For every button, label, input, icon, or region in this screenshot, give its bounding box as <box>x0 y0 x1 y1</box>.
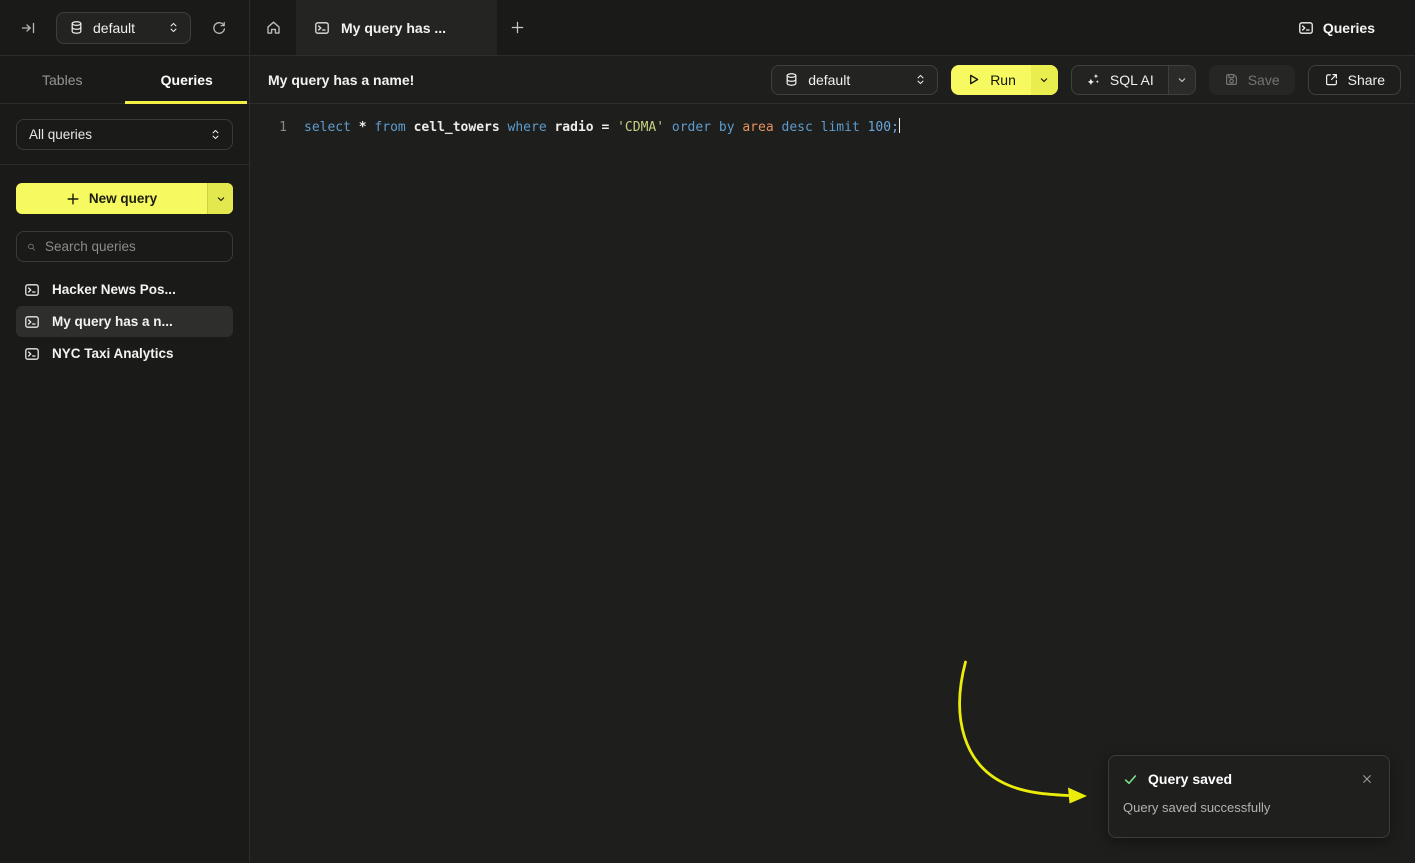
sql-editor[interactable]: 1 select * from cell_towers where radio … <box>250 104 1415 862</box>
check-icon <box>1123 772 1138 787</box>
play-icon <box>966 72 981 87</box>
query-list-item-label: My query has a n... <box>52 314 173 329</box>
query-title[interactable]: My query has a name! <box>268 72 414 88</box>
share-button-label: Share <box>1348 72 1385 88</box>
sql-ai-button-label: SQL AI <box>1110 72 1154 88</box>
tab-label: My query has ... <box>341 20 446 36</box>
query-list-item[interactable]: NYC Taxi Analytics <box>16 338 233 369</box>
query-terminal-icon <box>24 282 40 298</box>
toolbar-database-label: default <box>808 72 905 88</box>
collapse-sidebar-button[interactable] <box>14 14 42 42</box>
text-cursor <box>899 118 901 133</box>
sql-ai-button[interactable]: SQL AI <box>1072 66 1168 94</box>
toast-title-row: Query saved <box>1123 771 1375 787</box>
query-list-item[interactable]: Hacker News Pos... <box>16 274 233 305</box>
new-query-dropdown-button[interactable] <box>207 183 233 214</box>
query-terminal-icon <box>24 346 40 362</box>
sql-console-app: default My q <box>0 0 1415 863</box>
chevron-down-icon <box>1038 74 1050 86</box>
query-list-item-label: Hacker News Pos... <box>52 282 176 297</box>
close-icon <box>1361 773 1373 785</box>
share-icon <box>1324 72 1339 87</box>
query-terminal-icon <box>314 20 330 36</box>
search-queries-input[interactable] <box>45 239 222 254</box>
database-icon <box>69 20 84 35</box>
line-number: 1 <box>265 118 287 137</box>
arrow-to-bar-icon <box>20 20 36 36</box>
plus-icon <box>66 192 80 206</box>
new-tab-button[interactable] <box>497 0 537 55</box>
run-button-label: Run <box>990 72 1016 88</box>
query-filter-label: All queries <box>29 127 200 142</box>
refresh-button[interactable] <box>205 14 233 42</box>
toolbar-database-select[interactable]: default <box>771 65 938 95</box>
sql-code-line: 1 select * from cell_towers where radio … <box>250 118 1415 137</box>
query-list-item-label: NYC Taxi Analytics <box>52 346 174 361</box>
sql-ai-split-button: SQL AI <box>1071 65 1196 95</box>
tab-my-query[interactable]: My query has ... <box>296 0 497 55</box>
top-bar-left: default <box>0 0 250 55</box>
toast-query-saved: Query saved Query saved successfully <box>1108 755 1390 838</box>
chevron-updown-icon <box>167 21 180 34</box>
home-tab-button[interactable] <box>250 0 296 55</box>
save-button-label: Save <box>1248 72 1280 88</box>
sparkles-icon <box>1086 72 1101 87</box>
new-query-split-button: New query <box>16 183 233 214</box>
top-bar: default My q <box>0 0 1415 56</box>
main-panel: My query has a name! default <box>250 56 1415 862</box>
topbar-database-select[interactable]: default <box>56 12 191 44</box>
sidebar-tab-queries[interactable]: Queries <box>125 56 250 103</box>
new-query-button[interactable]: New query <box>16 183 207 214</box>
sql-code: select * from cell_towers where radio = … <box>304 118 900 137</box>
database-icon <box>784 72 799 87</box>
body: Tables Queries All queries New <box>0 56 1415 862</box>
sidebar-tab-tables[interactable]: Tables <box>0 56 125 103</box>
home-icon <box>265 19 282 36</box>
topbar-database-label: default <box>93 20 158 36</box>
save-button[interactable]: Save <box>1209 65 1295 95</box>
tab-strip: My query has ... <box>250 0 537 55</box>
query-terminal-icon <box>1298 20 1314 36</box>
sql-ai-dropdown-button[interactable] <box>1168 66 1195 94</box>
query-terminal-icon <box>24 314 40 330</box>
chevron-down-icon <box>1176 74 1188 86</box>
queries-indicator[interactable]: Queries <box>1298 0 1415 55</box>
query-list: Hacker News Pos... My query has a n... <box>16 274 233 369</box>
query-toolbar: default Run <box>771 65 1401 95</box>
chevron-updown-icon <box>209 128 222 141</box>
search-queries-box <box>16 231 233 262</box>
run-dropdown-button[interactable] <box>1031 65 1058 95</box>
sidebar-tabs: Tables Queries <box>0 56 249 104</box>
run-button[interactable]: Run <box>951 65 1031 95</box>
sql-code-tokens: select * from cell_towers where radio = … <box>304 120 899 135</box>
chevron-down-icon <box>215 193 227 205</box>
query-filter-select[interactable]: All queries <box>16 119 233 150</box>
query-header: My query has a name! default <box>250 56 1415 104</box>
toast-message: Query saved successfully <box>1123 800 1375 815</box>
refresh-icon <box>211 20 227 36</box>
chevron-updown-icon <box>914 73 927 86</box>
sidebar-divider <box>0 164 249 165</box>
query-list-item-selected[interactable]: My query has a n... <box>16 306 233 337</box>
toast-close-button[interactable] <box>1359 771 1375 787</box>
plus-icon <box>510 20 525 35</box>
search-icon <box>27 240 36 254</box>
toast-title: Query saved <box>1148 771 1232 787</box>
run-split-button: Run <box>951 65 1058 95</box>
new-query-label: New query <box>89 191 157 206</box>
sidebar-content: All queries New query <box>0 104 249 369</box>
sidebar: Tables Queries All queries New <box>0 56 250 862</box>
save-floppy-icon <box>1224 72 1239 87</box>
queries-indicator-label: Queries <box>1323 20 1375 36</box>
share-button[interactable]: Share <box>1308 65 1401 95</box>
